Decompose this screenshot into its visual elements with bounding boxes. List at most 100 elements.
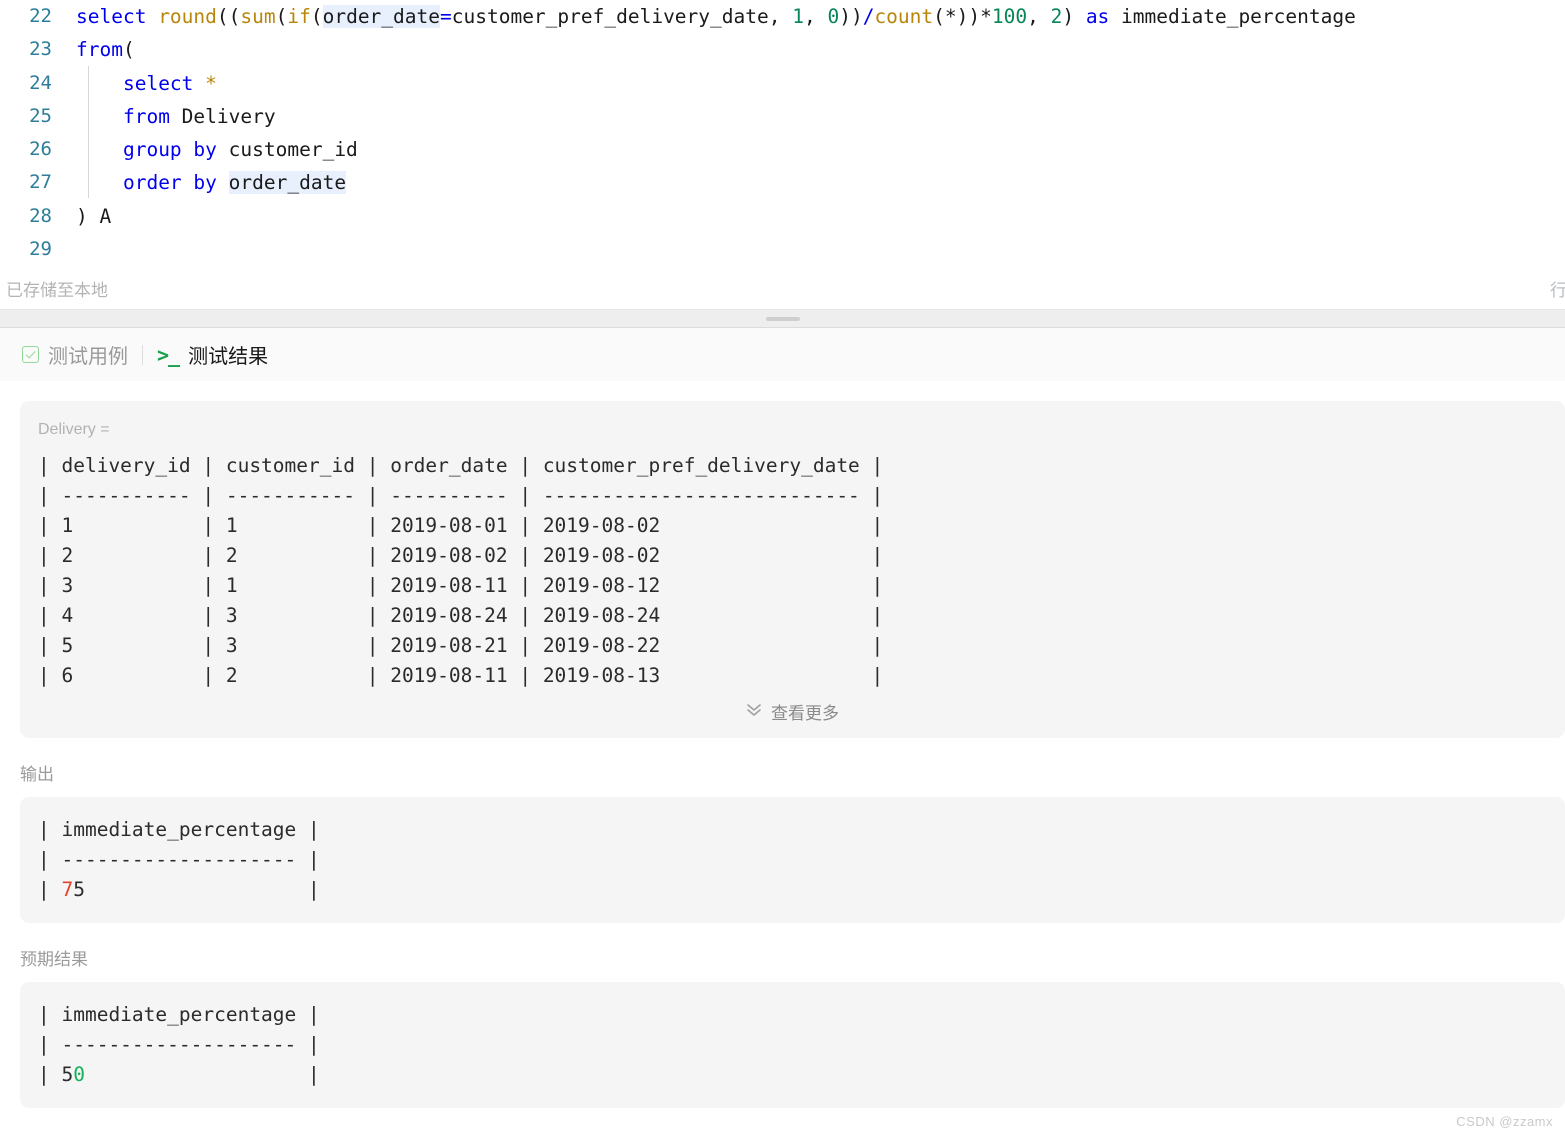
code-token: select [76,5,159,28]
tab-testresult-label: 测试结果 [188,346,269,368]
expected-label: 预期结果 [20,950,88,969]
code-line[interactable]: 29 [0,233,1565,266]
output-header: | immediate_percentage | [38,818,320,841]
chevron-double-down-icon [746,703,762,720]
panel-resize-handle[interactable] [0,310,1565,328]
code-token: = [440,5,452,28]
code-line[interactable]: 25 from Delivery [0,100,1565,133]
view-more-button[interactable]: 查看更多 [38,699,1565,724]
code-text: order by order_date [62,166,347,199]
code-token: immediate_percentage [1121,5,1356,28]
code-token: * [205,71,217,95]
code-text: ) A [62,200,111,233]
code-token: ( [310,5,323,28]
code-token-highlighted: order_date [228,171,347,195]
line-number: 25 [29,104,52,127]
expected-value-same-char: 5 [61,1063,74,1086]
line-number: 27 [29,171,52,194]
code-token: order [122,171,194,195]
tab-divider [142,344,143,365]
page-root: 22 select round((sum(if(order_date=custom… [0,0,1565,1136]
output-value-row: | 75 | [38,875,1565,905]
code-token: 2 [1050,5,1063,28]
code-token: from [122,104,182,128]
checkbox-check-icon [22,346,39,363]
code-token-highlighted: order_date [322,5,440,28]
line-number: 26 [29,138,52,161]
code-token: , [1027,5,1051,28]
line-number: 29 [29,238,52,261]
output-divider: | -------------------- | [38,848,320,871]
result-tabbar[interactable]: 测试用例 >_ 测试结果 [0,328,1565,381]
code-line[interactable]: 22 select round((sum(if(order_date=custom… [0,0,1565,33]
code-token: sum [240,5,276,28]
code-token: 1 [792,5,804,28]
delivery-table: | delivery_id | customer_id | order_date… [38,454,884,687]
code-token: by [193,138,229,162]
code-token: , [803,5,828,28]
testcase-panel: Delivery = | delivery_id | customer_id |… [20,401,1565,738]
tab-testcase-label: 测试用例 [48,346,128,368]
code-token: select [122,71,206,95]
expected-panel: | immediate_percentage | | -------------… [20,982,1565,1108]
code-token: customer_id [228,138,358,162]
code-line[interactable]: 27 order by order_date [0,166,1565,199]
code-token: ) A [76,204,112,228]
expected-value-suffix: | [84,1063,320,1086]
code-token: by [193,171,229,195]
code-line[interactable]: 24 select * [0,67,1565,100]
code-token: customer_pref_delivery_date [451,5,769,28]
expected-header: | immediate_percentage | [38,1003,320,1026]
code-token: * [980,5,992,28]
result-content: Delivery = | delivery_id | customer_id |… [0,401,1565,1108]
code-line[interactable]: 23 from( [0,33,1565,66]
code-token: round [158,5,217,28]
output-value-prefix: | [38,878,62,901]
output-panel: | immediate_percentage | | -------------… [20,797,1565,923]
code-token: ( [122,38,135,62]
code-token: Delivery [181,104,276,128]
expected-value-prefix: | [38,1063,62,1086]
code-token: / [862,5,875,28]
line-indicator-label: 行 [1550,281,1565,300]
code-line[interactable]: 26 group by customer_id [0,133,1565,166]
line-number: 28 [29,204,52,227]
code-token: ( [275,5,288,28]
view-more-label: 查看更多 [771,704,839,723]
expected-divider: | -------------------- | [38,1033,320,1056]
code-token: , [768,5,793,28]
code-lines[interactable]: 22 select round((sum(if(order_date=custom… [0,0,1565,266]
tab-testresult[interactable]: >_ 测试结果 [145,340,280,369]
code-text: select round((sum(if(order_date=customer… [62,0,1356,33]
code-token: (*)) [933,5,981,28]
code-text: group by customer_id [62,133,358,166]
save-status-text: 已存储至本地 [6,281,108,300]
code-token: (( [216,5,241,28]
watermark: CSDN @zzamx [1456,1114,1553,1129]
expected-value-diff-char: 0 [73,1063,85,1086]
output-value-suffix: | [84,878,320,901]
code-token: 0 [827,5,840,28]
code-token: count [874,5,934,28]
code-text: from( [62,33,135,66]
code-token: if [287,5,311,28]
line-number: 22 [29,5,52,27]
output-label: 输出 [20,765,54,784]
code-token: as [1085,5,1122,28]
code-token: 100 [991,5,1028,28]
editor-status-bar: 已存储至本地 行 [0,268,1565,310]
tab-testcase[interactable]: 测试用例 [10,340,140,369]
output-value-diff-char: 7 [61,878,74,901]
code-text: from Delivery [62,100,276,133]
code-editor[interactable]: 22 select round((sum(if(order_date=custom… [0,0,1565,268]
code-line[interactable]: 28 ) A [0,200,1565,233]
code-token: ) [1062,5,1086,28]
line-number: 23 [29,38,52,61]
line-number: 24 [29,71,52,94]
drag-grip-icon[interactable] [765,316,800,321]
code-token: )) [839,5,863,28]
